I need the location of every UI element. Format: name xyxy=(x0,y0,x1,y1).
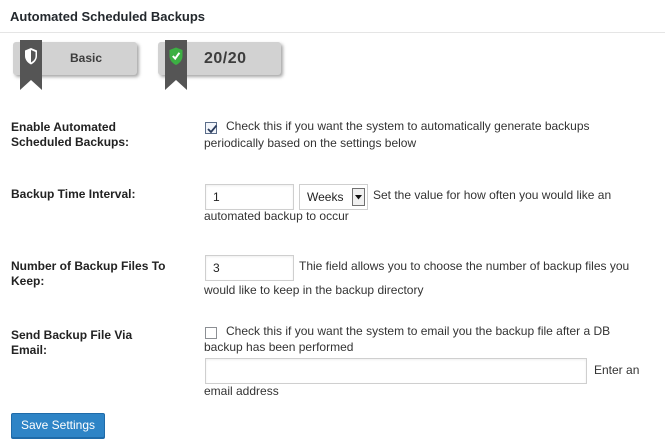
email-address-description-line1: Enter an xyxy=(594,363,640,377)
send-email-description-line2: backup has been performed xyxy=(204,340,354,354)
send-email-label: Send Backup File Via Email: xyxy=(11,328,132,358)
shield-icon xyxy=(20,40,42,90)
security-level-badge: Basic xyxy=(13,40,137,90)
backup-interval-description-line1: Set the value for how often you would li… xyxy=(373,188,612,202)
enable-backups-description-line2: periodically based on the settings below xyxy=(204,136,417,150)
backup-interval-unit-value: Weeks xyxy=(307,190,344,204)
section-title: Automated Scheduled Backups xyxy=(10,9,206,24)
backup-files-keep-label-line2: Keep: xyxy=(11,274,45,288)
email-address-input[interactable] xyxy=(205,358,587,384)
send-email-label-line1: Send Backup File Via xyxy=(11,328,133,342)
backup-files-keep-label-line1: Number of Backup Files To xyxy=(11,259,166,273)
email-address-description-line2: email address xyxy=(204,384,279,398)
backup-interval-description-line2: automated backup to occur xyxy=(204,209,349,223)
send-email-label-line2: Email: xyxy=(11,343,48,357)
security-level-label: Basic xyxy=(70,51,103,65)
save-settings-button[interactable]: Save Settings xyxy=(11,413,105,438)
backup-files-keep-description-line2: would like to keep in the backup directo… xyxy=(204,283,424,297)
dropdown-arrow-icon[interactable] xyxy=(352,188,365,206)
backup-files-keep-label: Number of Backup Files To Keep: xyxy=(11,259,165,289)
enable-backups-checkbox[interactable] xyxy=(205,122,218,134)
enable-backups-label-line2: Scheduled Backups: xyxy=(11,135,130,149)
backup-interval-label: Backup Time Interval: xyxy=(11,187,136,201)
shield-check-icon xyxy=(165,40,187,90)
security-score-label: 20/20 xyxy=(204,50,247,67)
security-score-badge: 20/20 xyxy=(158,40,281,90)
backup-files-keep-input[interactable]: 3 xyxy=(205,255,294,281)
enable-backups-label-line1: Enable Automated xyxy=(11,120,116,134)
title-divider xyxy=(0,32,665,33)
backup-files-keep-description-line1: Thie field allows you to choose the numb… xyxy=(299,259,630,273)
enable-backups-label: Enable Automated Scheduled Backups: xyxy=(11,120,129,150)
